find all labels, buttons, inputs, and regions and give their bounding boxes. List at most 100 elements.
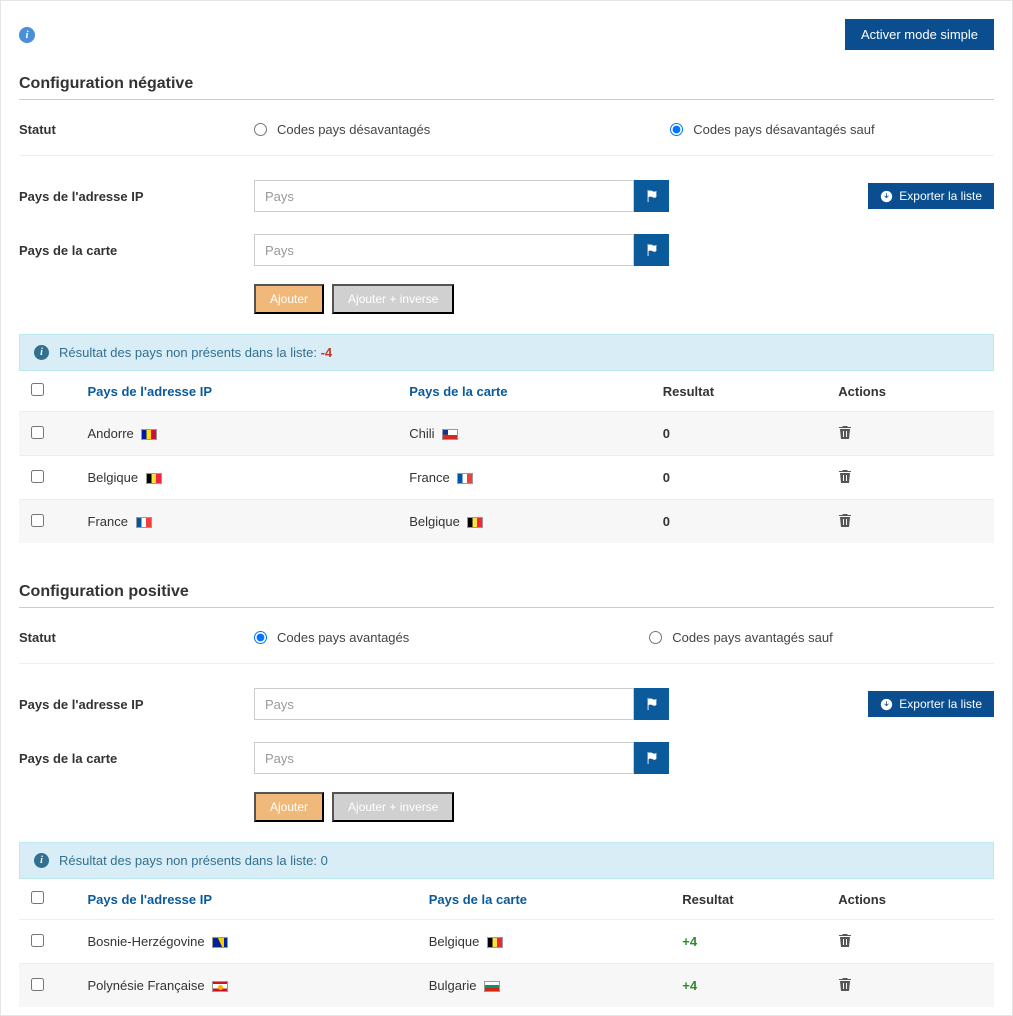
- pos-status-label: Statut: [19, 630, 254, 645]
- neg-select-all-checkbox[interactable]: [31, 383, 44, 396]
- pos-config-title: Configuration positive: [19, 583, 994, 608]
- neg-status-label: Statut: [19, 122, 254, 137]
- neg-table-header: Pays de l'adresse IP Pays de la carte Re…: [19, 371, 994, 412]
- row-result: +4: [682, 978, 697, 993]
- table-row: Belgique France 0: [19, 456, 994, 500]
- flag-bosnia-icon: [212, 937, 228, 948]
- pos-select-all-checkbox[interactable]: [31, 891, 44, 904]
- pos-status-radios: Codes pays avantagés Codes pays avantagé…: [254, 630, 994, 645]
- pos-carte-country-input[interactable]: [254, 742, 634, 774]
- pos-radio-advantaged[interactable]: Codes pays avantagés: [254, 630, 409, 645]
- row-ip: Polynésie Française: [88, 978, 205, 993]
- top-bar: i Activer mode simple: [19, 19, 994, 50]
- row-carte: Belgique: [429, 934, 480, 949]
- pos-banner-text: Résultat des pays non présents dans la l…: [59, 853, 328, 868]
- flag-belgium-icon: [487, 937, 503, 948]
- info-icon[interactable]: i: [19, 27, 35, 43]
- trash-icon[interactable]: [838, 424, 852, 440]
- flag-icon: [645, 243, 659, 257]
- pos-add-button[interactable]: Ajouter: [254, 792, 324, 822]
- neg-radio-disadvantaged-except-input[interactable]: [670, 123, 683, 136]
- row-result: 0: [663, 470, 670, 485]
- trash-icon[interactable]: [838, 468, 852, 484]
- neg-radio-a-label: Codes pays désavantagés: [277, 122, 430, 137]
- neg-carte-label: Pays de la carte: [19, 243, 254, 258]
- neg-ip-flag-button[interactable]: [634, 180, 669, 212]
- pos-col-ip[interactable]: Pays de l'adresse IP: [78, 879, 419, 920]
- neg-col-ip[interactable]: Pays de l'adresse IP: [78, 371, 400, 412]
- flag-andorra-icon: [141, 429, 157, 440]
- row-result: 0: [663, 514, 670, 529]
- flag-icon: [645, 751, 659, 765]
- row-result: 0: [663, 426, 670, 441]
- neg-add-button[interactable]: Ajouter: [254, 284, 324, 314]
- flag-france-icon: [136, 517, 152, 528]
- pos-add-inverse-button[interactable]: Ajouter + inverse: [332, 792, 454, 822]
- trash-icon[interactable]: [838, 512, 852, 528]
- neg-banner-text: Résultat des pays non présents dans la l…: [59, 345, 332, 360]
- neg-carte-country-input[interactable]: [254, 234, 634, 266]
- info-icon: i: [34, 853, 49, 868]
- neg-add-inverse-button[interactable]: Ajouter + inverse: [332, 284, 454, 314]
- neg-carte-flag-button[interactable]: [634, 234, 669, 266]
- neg-banner-value: -4: [321, 345, 333, 360]
- table-row: Bosnie-Herzégovine Belgique +4: [19, 920, 994, 964]
- pos-ip-row: Pays de l'adresse IP Exporter la liste: [19, 684, 994, 724]
- info-icon: i: [34, 345, 49, 360]
- table-row: Polynésie Française Bulgarie +4: [19, 964, 994, 1008]
- neg-radio-disadvantaged[interactable]: Codes pays désavantagés: [254, 122, 430, 137]
- pos-radio-advantaged-input[interactable]: [254, 631, 267, 644]
- row-carte: Belgique: [409, 514, 460, 529]
- neg-ip-country-input[interactable]: [254, 180, 634, 212]
- pos-col-act: Actions: [828, 879, 994, 920]
- row-carte: Bulgarie: [429, 978, 477, 993]
- pos-ip-flag-button[interactable]: [634, 688, 669, 720]
- pos-ip-country-input[interactable]: [254, 688, 634, 720]
- pos-button-row: Ajouter Ajouter + inverse: [254, 792, 994, 822]
- neg-carte-input-group: [254, 234, 669, 266]
- neg-col-carte[interactable]: Pays de la carte: [399, 371, 653, 412]
- neg-col-res: Resultat: [653, 371, 829, 412]
- pos-banner-value: 0: [321, 853, 328, 868]
- pos-export-label: Exporter la liste: [899, 697, 982, 711]
- pos-carte-input-group: [254, 742, 669, 774]
- trash-icon[interactable]: [838, 932, 852, 948]
- row-ip: Belgique: [88, 470, 139, 485]
- pos-table: Pays de l'adresse IP Pays de la carte Re…: [19, 879, 994, 1007]
- pos-radio-advantaged-except-input[interactable]: [649, 631, 662, 644]
- row-checkbox[interactable]: [31, 934, 44, 947]
- row-carte: France: [409, 470, 449, 485]
- pos-col-carte[interactable]: Pays de la carte: [419, 879, 673, 920]
- pos-radio-b-label: Codes pays avantagés sauf: [672, 630, 832, 645]
- row-checkbox[interactable]: [31, 514, 44, 527]
- neg-result-banner: i Résultat des pays non présents dans la…: [19, 334, 994, 371]
- neg-radio-disadvantaged-input[interactable]: [254, 123, 267, 136]
- neg-button-row: Ajouter Ajouter + inverse: [254, 284, 994, 314]
- neg-export-button[interactable]: Exporter la liste: [868, 183, 994, 209]
- pos-ip-input-group: [254, 688, 669, 720]
- flag-icon: [645, 189, 659, 203]
- pos-carte-flag-button[interactable]: [634, 742, 669, 774]
- neg-radio-disadvantaged-except[interactable]: Codes pays désavantagés sauf: [670, 122, 874, 137]
- flag-chile-icon: [442, 429, 458, 440]
- flag-france-icon: [457, 473, 473, 484]
- row-result: +4: [682, 934, 697, 949]
- row-checkbox[interactable]: [31, 426, 44, 439]
- pos-export-button[interactable]: Exporter la liste: [868, 691, 994, 717]
- neg-ip-label: Pays de l'adresse IP: [19, 189, 254, 204]
- pos-col-res: Resultat: [672, 879, 828, 920]
- row-checkbox[interactable]: [31, 978, 44, 991]
- neg-ip-input-group: [254, 180, 669, 212]
- row-checkbox[interactable]: [31, 470, 44, 483]
- pos-radio-advantaged-except[interactable]: Codes pays avantagés sauf: [649, 630, 832, 645]
- trash-icon[interactable]: [838, 976, 852, 992]
- flag-belgium-icon: [146, 473, 162, 484]
- row-ip: France: [88, 514, 128, 529]
- pos-table-header: Pays de l'adresse IP Pays de la carte Re…: [19, 879, 994, 920]
- activate-simple-mode-button[interactable]: Activer mode simple: [845, 19, 994, 50]
- neg-carte-row: Pays de la carte: [19, 230, 994, 270]
- neg-export-label: Exporter la liste: [899, 189, 982, 203]
- pos-status-row: Statut Codes pays avantagés Codes pays a…: [19, 626, 994, 664]
- pos-carte-row: Pays de la carte: [19, 738, 994, 778]
- neg-status-radios: Codes pays désavantagés Codes pays désav…: [254, 122, 994, 137]
